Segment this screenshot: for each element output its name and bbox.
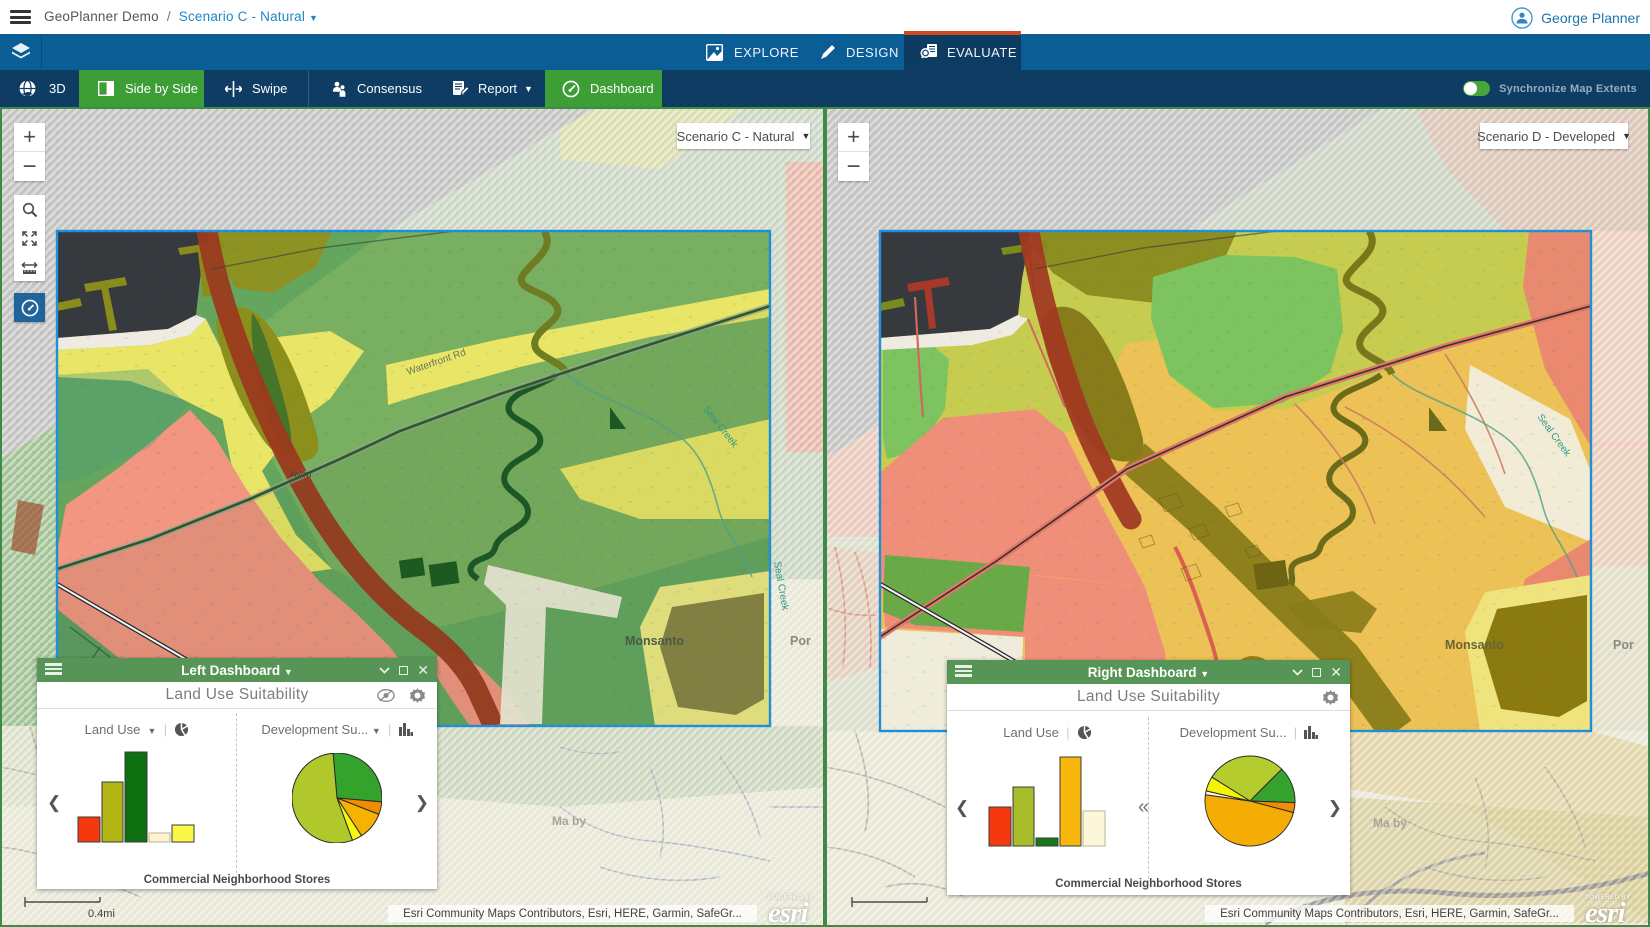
svg-text:0.4mi: 0.4mi [88, 908, 115, 920]
svg-text:Avon: Avon [290, 469, 311, 480]
svg-text:Por: Por [1613, 638, 1634, 652]
svg-text:Monsanto: Monsanto [1445, 638, 1504, 652]
svg-text:Por: Por [790, 634, 811, 648]
svg-text:Monsanto: Monsanto [625, 634, 684, 648]
svg-text:Ma by: Ma by [552, 814, 586, 828]
svg-text:Ma by: Ma by [1373, 816, 1407, 830]
